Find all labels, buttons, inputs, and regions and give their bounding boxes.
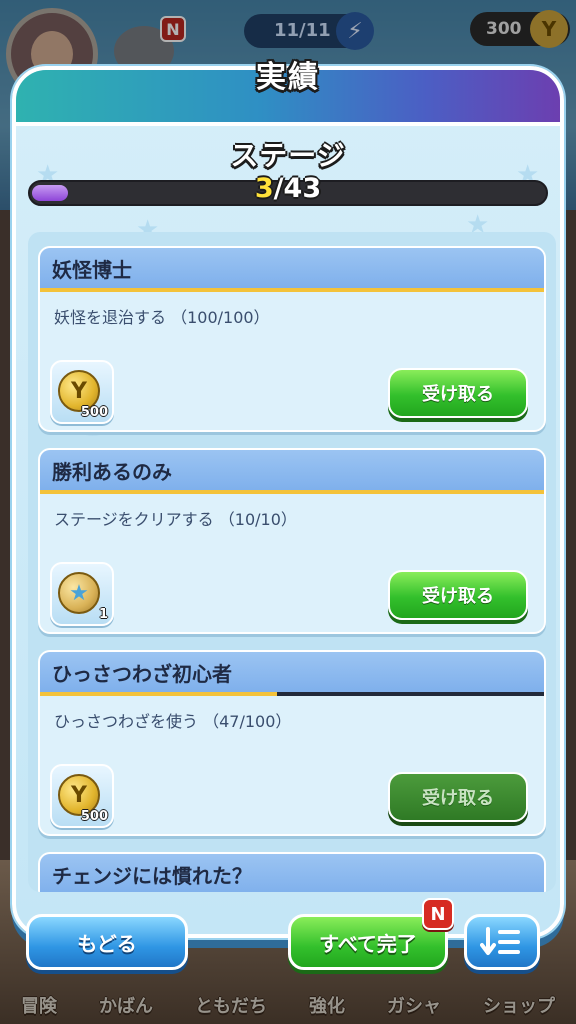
new-badge: N	[422, 898, 454, 930]
nav-shop[interactable]: ショップ	[483, 992, 555, 1018]
coin-icon[interactable]: Y	[530, 10, 568, 48]
claim-button[interactable]: 受け取る	[388, 570, 528, 620]
reward-item[interactable]: Y 500	[50, 764, 114, 828]
achievement-card: 妖怪博士 妖怪を退治する （100/100） Y 500 受け取る	[38, 246, 546, 432]
achievement-card: 勝利あるのみ ステージをクリアする （10/10） ★ 1 受け取る	[38, 448, 546, 634]
achievement-title: ひっさつわざ初心者	[52, 662, 232, 686]
nav-enhance[interactable]: 強化	[309, 992, 345, 1018]
achievement-description: ひっさつわざを使う （47/100）	[54, 712, 292, 731]
achievement-progress-bar	[40, 490, 544, 494]
reward-quantity: 500	[80, 405, 108, 420]
progress-current: 3	[254, 173, 274, 204]
category-title: ステージ	[230, 139, 346, 172]
achievement-title: 妖怪博士	[52, 258, 132, 282]
achievement-list[interactable]: ◎ ◎ 妖怪博士 妖怪を退治する （100/100） Y 500 受け取る 勝利…	[28, 232, 556, 892]
sort-button[interactable]	[464, 914, 540, 970]
progress-total: 43	[283, 173, 322, 204]
sort-list-icon	[480, 927, 520, 955]
reward-item[interactable]: ★ 1	[50, 562, 114, 626]
nav-adventure[interactable]: 冒険	[21, 992, 57, 1018]
achievement-progress-bar	[40, 288, 544, 292]
notice-badge: N	[160, 16, 186, 42]
achievement-progress-fill	[40, 692, 277, 696]
category-progress-text: 3/43	[254, 173, 322, 204]
achievement-progress-fill	[40, 288, 544, 292]
achievement-description: ステージをクリアする （10/10）	[54, 510, 297, 529]
achievement-title: 勝利あるのみ	[52, 460, 172, 484]
reward-quantity: 1	[98, 607, 108, 622]
dialog-title: 実績	[256, 60, 320, 95]
achievement-progress-bar	[40, 692, 544, 696]
reward-item[interactable]: Y 500	[50, 360, 114, 424]
claim-button[interactable]: 受け取る	[388, 368, 528, 418]
lightning-icon[interactable]: ⚡	[336, 12, 374, 50]
achievement-card: ひっさつわざ初心者 ひっさつわざを使う （47/100） Y 500 受け取る	[38, 650, 546, 836]
nav-friends[interactable]: ともだち	[195, 992, 267, 1018]
reward-quantity: 500	[80, 809, 108, 824]
nav-gacha[interactable]: ガシャ	[387, 992, 441, 1018]
star-coin-icon: ★	[58, 572, 100, 614]
claim-button-disabled[interactable]: 受け取る	[388, 772, 528, 822]
back-button[interactable]: もどる	[26, 914, 188, 970]
achievement-card: チェンジには慣れた？	[38, 852, 546, 892]
nav-bag[interactable]: かばん	[99, 992, 153, 1018]
achievement-progress-fill	[40, 490, 544, 494]
achievement-title: チェンジには慣れた？	[52, 864, 252, 888]
achievement-description: 妖怪を退治する （100/100）	[54, 308, 270, 327]
